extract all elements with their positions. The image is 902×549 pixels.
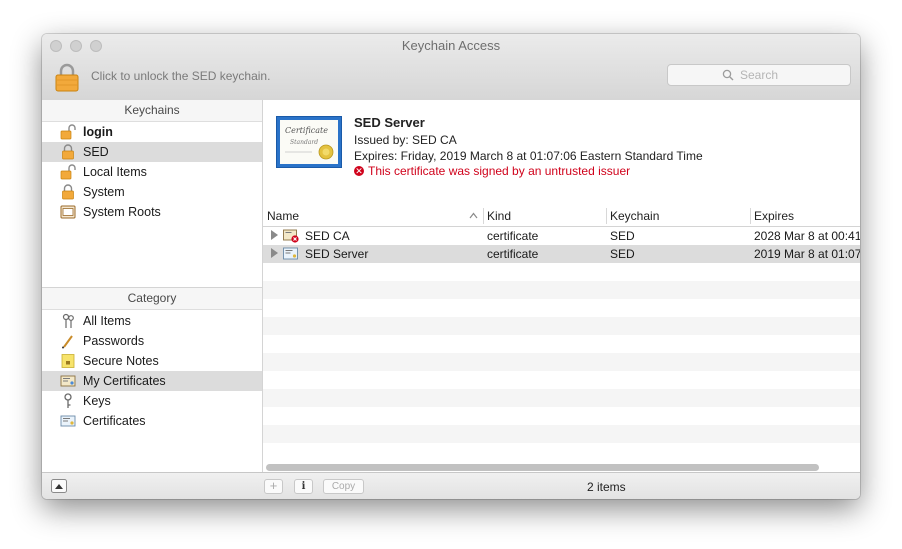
row-expires: 2028 Mar 8 at 00:41:	[754, 229, 860, 243]
column-divider[interactable]	[606, 208, 607, 224]
horizontal-scrollbar[interactable]	[266, 464, 819, 471]
search-icon	[722, 69, 734, 81]
ca-certificate-icon	[283, 229, 299, 243]
certificate-warning-text: This certificate was signed by an untrus…	[368, 164, 631, 178]
sidebar-item-label: Local Items	[83, 165, 147, 179]
empty-row	[263, 335, 860, 353]
column-header-keychain[interactable]: Keychain	[610, 209, 659, 223]
table-header: Name Kind Keychain Expires	[263, 206, 860, 227]
table-row[interactable]: SED CA certificate SED 2028 Mar 8 at 00:…	[263, 227, 860, 245]
certificate-preview-subtitle: Standard	[290, 139, 318, 146]
sidebar-item-certificates[interactable]: Certificates	[42, 411, 262, 431]
certificate-preview-icon: Certificate Standard	[276, 116, 342, 168]
sidebar-item-label: Passwords	[83, 334, 145, 348]
copy-button[interactable]: Copy	[323, 479, 364, 494]
items-table: Name Kind Keychain Expires SED CA certif…	[263, 206, 860, 460]
window-title: Keychain Access	[401, 38, 501, 53]
column-divider[interactable]	[483, 208, 484, 224]
sidebar-item-sed[interactable]: SED	[42, 142, 262, 162]
certificate-icon	[60, 415, 76, 427]
sidebar-item-label: Secure Notes	[83, 354, 159, 368]
note-icon	[61, 354, 75, 368]
show-sidebar-button[interactable]	[51, 479, 67, 493]
search-field[interactable]: Search	[667, 64, 851, 86]
keychain-access-window: Keychain Access Click to unlock the SED …	[42, 34, 860, 499]
category-header: Category	[42, 288, 262, 310]
unlock-hint: Click to unlock the SED keychain.	[91, 69, 271, 83]
row-name: SED Server	[305, 247, 369, 261]
row-keychain: SED	[610, 247, 635, 261]
sidebar-item-label: My Certificates	[83, 374, 166, 388]
empty-row	[263, 425, 860, 443]
column-header-name[interactable]: Name	[267, 209, 299, 223]
empty-row	[263, 317, 860, 335]
cabinet-icon	[60, 205, 76, 219]
lock-open-icon	[60, 164, 76, 180]
empty-row	[263, 389, 860, 407]
column-divider[interactable]	[750, 208, 751, 224]
get-info-button[interactable]: i	[294, 479, 313, 494]
keys-icon	[62, 313, 74, 328]
certificate-expiry: Expires: Friday, 2019 March 8 at 01:07:0…	[354, 149, 703, 163]
certificate-icon	[283, 247, 298, 260]
sort-ascending-icon[interactable]	[469, 212, 478, 219]
sidebar-item-label: Keys	[83, 394, 111, 408]
certificate-warning: ✕ This certificate was signed by an untru…	[354, 164, 630, 178]
empty-row	[263, 443, 860, 461]
empty-row	[263, 281, 860, 299]
sidebar-item-label: Certificates	[83, 414, 146, 428]
lock-icon[interactable]	[54, 62, 80, 92]
sidebar-item-system[interactable]: System	[42, 182, 262, 202]
row-expires: 2019 Mar 8 at 01:07:	[754, 247, 860, 261]
lock-open-icon	[60, 124, 76, 140]
key-icon	[64, 393, 72, 408]
error-icon: ✕	[354, 165, 364, 176]
titlebar: Keychain Access Click to unlock the SED …	[42, 34, 860, 101]
row-kind: certificate	[487, 247, 539, 261]
row-kind: certificate	[487, 229, 539, 243]
sidebar-item-label: System	[83, 185, 125, 199]
lock-closed-icon	[62, 144, 74, 160]
sidebar-item-my-certificates[interactable]: My Certificates	[42, 371, 262, 391]
sidebar-item-label: System Roots	[83, 205, 161, 219]
certificate-name: SED Server	[354, 115, 425, 130]
empty-row	[263, 263, 860, 281]
sidebar-item-all-items[interactable]: All Items	[42, 311, 262, 331]
pencil-icon	[62, 335, 73, 349]
my-certificate-icon	[60, 375, 76, 387]
sidebar-item-passwords[interactable]: Passwords	[42, 331, 262, 351]
sidebar-item-label: login	[83, 125, 113, 139]
lock-closed-icon	[62, 184, 74, 200]
search-placeholder: Search	[740, 68, 779, 82]
add-item-button[interactable]: +	[264, 479, 283, 494]
item-count: 2 items	[587, 480, 626, 494]
certificate-detail-pane: Certificate Standard SED Server Issued b…	[263, 100, 860, 207]
empty-row	[263, 353, 860, 371]
keychains-header: Keychains	[42, 100, 262, 122]
bottom-bar: + i Copy 2 items	[42, 472, 860, 499]
disclosure-triangle-icon[interactable]	[271, 230, 278, 240]
disclosure-triangle-icon[interactable]	[271, 248, 278, 258]
empty-row	[263, 371, 860, 389]
sidebar: Keychains login SED Local Items System S…	[42, 100, 263, 472]
row-name: SED CA	[305, 229, 350, 243]
sidebar-item-system-roots[interactable]: System Roots	[42, 202, 262, 222]
empty-row	[263, 299, 860, 317]
column-header-kind[interactable]: Kind	[487, 209, 511, 223]
empty-row	[263, 407, 860, 425]
sidebar-item-label: All Items	[83, 314, 131, 328]
column-header-expires[interactable]: Expires	[754, 209, 794, 223]
sidebar-item-secure-notes[interactable]: Secure Notes	[42, 351, 262, 371]
certificate-preview-title: Certificate	[285, 126, 328, 135]
certificate-issuer: Issued by: SED CA	[354, 133, 457, 147]
sidebar-item-label: SED	[83, 145, 109, 159]
sidebar-item-local-items[interactable]: Local Items	[42, 162, 262, 182]
sidebar-item-login[interactable]: login	[42, 122, 262, 142]
table-row[interactable]: SED Server certificate SED 2019 Mar 8 at…	[263, 245, 860, 263]
row-keychain: SED	[610, 229, 635, 243]
sidebar-item-keys[interactable]: Keys	[42, 391, 262, 411]
